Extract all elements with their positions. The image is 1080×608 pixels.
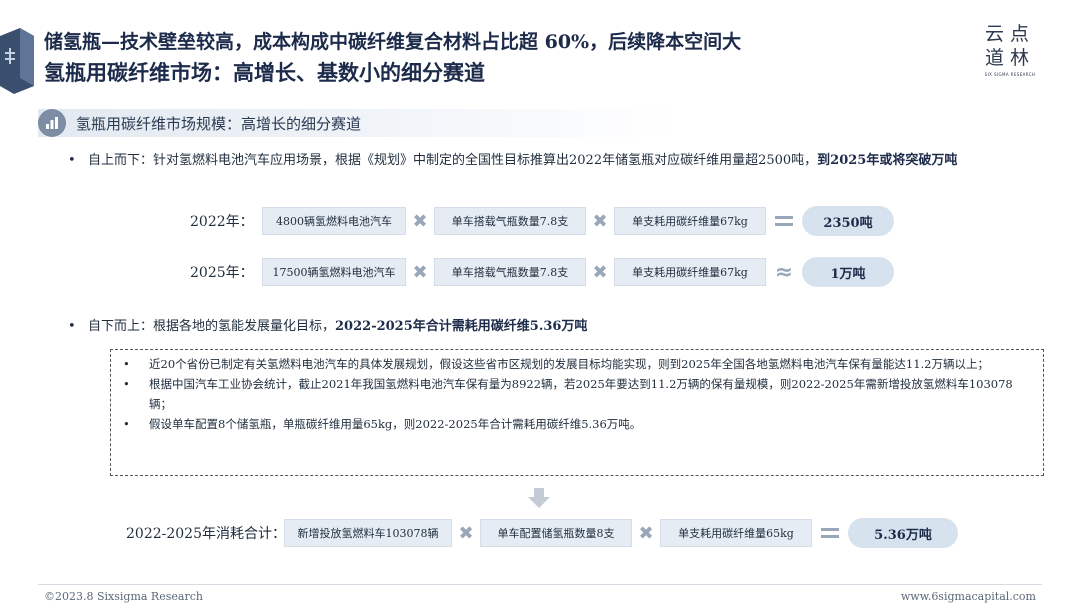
top-down-text: 自上而下：针对氢燃料电池汽车应用场景，根据《规划》中制定的全国性目标推算出202… (88, 153, 818, 168)
factor-box-new-vehicles: 新增投放氢燃料车103078辆 (284, 519, 452, 547)
total-label: 2022-2025年消耗合计： (126, 526, 286, 542)
multiply-icon: ✖ (458, 522, 474, 544)
company-logo: 云点 道林 SIX SIGMA RESEARCH (980, 22, 1040, 77)
bottom-up-text: 自下而上：根据各地的氢能发展量化目标， (88, 319, 336, 334)
assumption-item: • 根据中国汽车工业协会统计，截止2021年我国氢燃料电池汽车保有量为8922辆… (119, 374, 1035, 414)
bullet-dot: • (123, 377, 130, 391)
result-total: 5.36万吨 (848, 518, 958, 548)
factor-box-cylinders: 单车搭载气瓶数量7.8支 (434, 258, 586, 286)
bottom-up-bold-text: 2022-2025年合计需耗用碳纤维5.36万吨 (335, 319, 588, 334)
approx-equals-icon: ≈ (774, 259, 794, 285)
factor-box-vehicles: 4800辆氢燃料电池汽车 (262, 207, 406, 235)
assumption-text: 假设单车配置8个储氢瓶，单瓶碳纤维用量65kg，则2022-2025年合计需耗用… (149, 417, 642, 431)
multiply-icon: ✖ (592, 261, 608, 283)
bullet-dot: • (68, 319, 76, 334)
factor-box-vehicles: 17500辆氢燃料电池汽车 (262, 258, 406, 286)
section-title: 氢瓶用碳纤维市场规模：高增长的细分赛道 (76, 114, 362, 133)
top-down-bullet: • 自上而下：针对氢燃料电池汽车应用场景，根据《规划》中制定的全国性目标推算出2… (68, 150, 1038, 171)
assumptions-box: • 近20个省份已制定有关氢燃料电池汽车的具体发展规划，假设这些省市区规划的发展… (110, 349, 1044, 476)
footer-copyright: ©2023.8 Sixsigma Research (44, 590, 203, 603)
page-subtitle: 氢瓶用碳纤维市场：高增长、基数小的细分赛道 (44, 60, 485, 85)
factor-box-cylinders: 单车搭载气瓶数量7.8支 (434, 207, 586, 235)
multiply-icon: ✖ (592, 210, 608, 232)
page-main-title: 储氢瓶—技术壁垒较高，成本构成中碳纤维复合材料占比超 60%，后续降本空间大 (44, 31, 742, 53)
year-label-2022: 2022年： (190, 214, 254, 230)
multiply-icon: ✖ (638, 522, 654, 544)
bullet-dot: • (68, 153, 76, 168)
assumption-item: • 假设单车配置8个储氢瓶，单瓶碳纤维用量65kg，则2022-2025年合计需… (119, 414, 1035, 434)
bottom-up-bullet: • 自下而上：根据各地的氢能发展量化目标，2022-2025年合计需耗用碳纤维5… (68, 316, 1038, 337)
equals-icon (766, 215, 802, 227)
calc-row-2022: 2022年： 4800辆氢燃料电池汽车 ✖ 单车搭载气瓶数量7.8支 ✖ 单支耗… (190, 206, 894, 236)
section-header: 氢瓶用碳纤维市场规模：高增长的细分赛道 (38, 109, 678, 137)
year-label-2025: 2025年： (190, 265, 254, 281)
bullet-dot: • (123, 357, 130, 371)
assumption-item: • 近20个省份已制定有关氢燃料电池汽车的具体发展规划，假设这些省市区规划的发展… (119, 354, 1035, 374)
top-down-bold-text: 到2025年或将突破万吨 (817, 153, 958, 168)
calc-row-2025: 2025年： 17500辆氢燃料电池汽车 ✖ 单车搭载气瓶数量7.8支 ✖ 单支… (190, 257, 894, 287)
bar-chart-icon (38, 109, 66, 137)
logo-text-line2: 道林 (984, 47, 1035, 69)
footer-divider (38, 584, 1042, 585)
logo-subtext: SIX SIGMA RESEARCH (984, 72, 1036, 77)
factor-box-carbon-fiber: 单支耗用碳纤维量67kg (614, 258, 766, 286)
logo-text-line1: 云点 (984, 23, 1035, 45)
calc-row-total: 2022-2025年消耗合计： 新增投放氢燃料车103078辆 ✖ 单车配置储氢… (126, 518, 958, 548)
result-2025: 1万吨 (802, 257, 894, 287)
result-2022: 2350吨 (802, 206, 894, 236)
footer-website-link[interactable]: www.6sigmacapital.com (901, 590, 1036, 603)
header-decoration-graphic (0, 28, 34, 94)
factor-box-carbon-fiber: 单支耗用碳纤维量65kg (660, 519, 812, 547)
equals-icon (812, 527, 848, 539)
assumption-text: 近20个省份已制定有关氢燃料电池汽车的具体发展规划，假设这些省市区规划的发展目标… (149, 357, 989, 371)
multiply-icon: ✖ (412, 210, 428, 232)
factor-box-cylinders: 单车配置储氢瓶数量8支 (480, 519, 632, 547)
arrow-down-icon (528, 488, 550, 508)
factor-box-carbon-fiber: 单支耗用碳纤维量67kg (614, 207, 766, 235)
assumption-text: 根据中国汽车工业协会统计，截止2021年我国氢燃料电池汽车保有量为8922辆，若… (149, 377, 1013, 411)
bullet-dot: • (123, 417, 130, 431)
multiply-icon: ✖ (412, 261, 428, 283)
